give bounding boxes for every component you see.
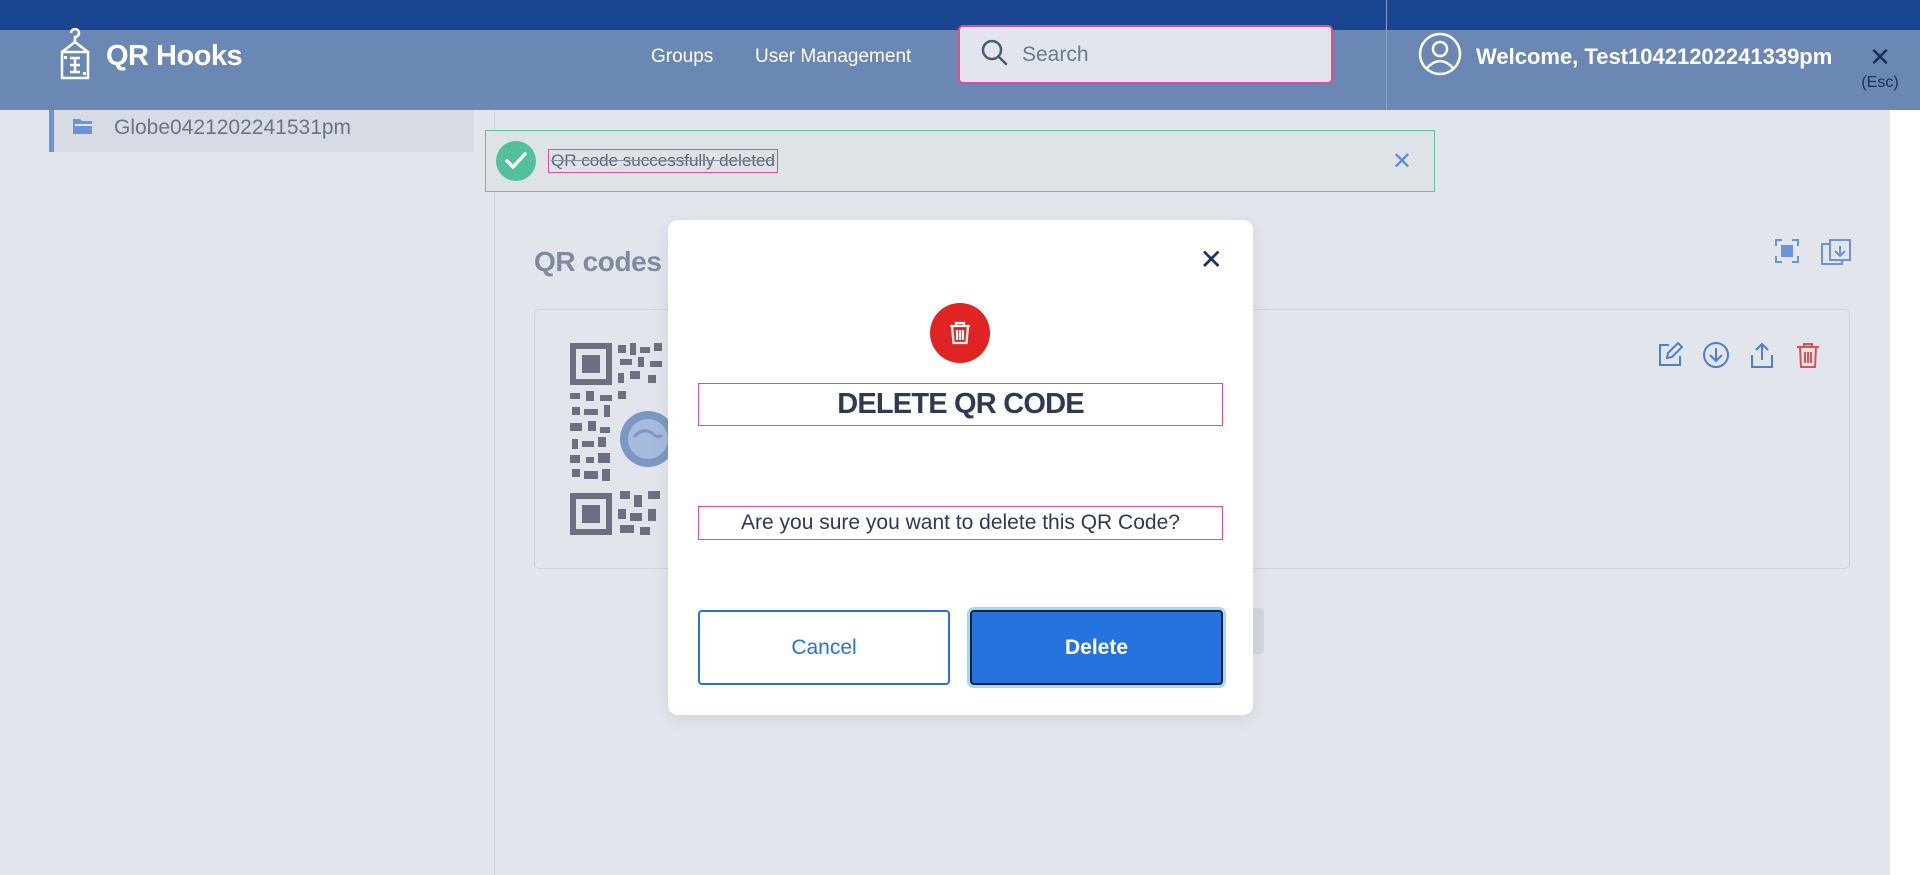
bulk-download-icon[interactable] xyxy=(1820,238,1852,275)
modal-title: DELETE QR CODE xyxy=(698,383,1223,426)
nav-divider xyxy=(1386,0,1387,110)
search-icon xyxy=(980,38,1008,71)
close-esc-label: (Esc) xyxy=(1861,74,1899,91)
view-toggle-group xyxy=(1774,238,1852,275)
nav-user-management-link[interactable]: User Management xyxy=(755,46,911,68)
cancel-button[interactable]: Cancel xyxy=(698,610,950,685)
welcome-text: Welcome, Test10421202241339pm xyxy=(1476,44,1833,69)
card-actions xyxy=(1656,341,1822,369)
success-toast: QR code successfully deleted ✕ xyxy=(485,130,1435,192)
modal-close-icon[interactable]: ✕ xyxy=(1200,246,1223,274)
qr-hook-logo-icon xyxy=(58,27,92,85)
toast-close-icon[interactable]: ✕ xyxy=(1392,147,1412,176)
brand[interactable]: QR Hooks xyxy=(58,27,243,85)
modal-message: Are you sure you want to delete this QR … xyxy=(698,506,1223,540)
grid-view-icon[interactable] xyxy=(1774,238,1800,275)
check-icon xyxy=(496,141,536,181)
delete-qr-modal: ✕ DELETE QR CODE Are you sure you want t… xyxy=(668,220,1253,715)
trash-icon[interactable] xyxy=(1794,341,1822,369)
user-menu[interactable]: Welcome, Test10421202241339pm xyxy=(1418,32,1832,82)
edit-icon[interactable] xyxy=(1656,341,1684,369)
share-icon[interactable] xyxy=(1748,341,1776,369)
brand-name: QR Hooks xyxy=(106,39,243,72)
user-avatar-icon xyxy=(1418,32,1462,82)
folder-icon xyxy=(72,116,94,141)
page-edge xyxy=(1890,110,1920,875)
sidebar-item-group[interactable]: Globe0421202241531pm xyxy=(49,104,474,152)
download-icon[interactable] xyxy=(1702,341,1730,369)
toast-message: QR code successfully deleted xyxy=(548,149,778,173)
sidebar xyxy=(30,110,494,875)
search-input[interactable] xyxy=(1022,42,1282,67)
search-box[interactable] xyxy=(958,25,1333,84)
trash-icon xyxy=(930,303,990,363)
sidebar-item-label: Globe0421202241531pm xyxy=(114,116,352,139)
qr-code-image xyxy=(568,341,668,537)
section-title: QR codes xyxy=(534,246,662,277)
close-icon: ✕ xyxy=(1869,42,1891,72)
delete-button[interactable]: Delete xyxy=(970,610,1223,685)
close-overlay-button[interactable]: ✕ (Esc) xyxy=(1860,44,1900,100)
nav-groups-link[interactable]: Groups xyxy=(651,46,713,68)
